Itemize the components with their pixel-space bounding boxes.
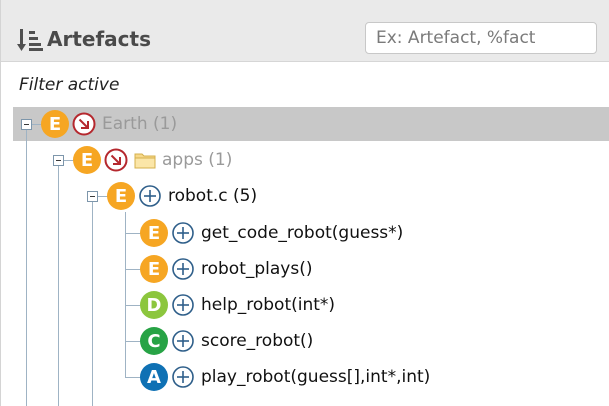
collapse-toggle-robot-c[interactable] [87,191,98,202]
arrow-down-right-icon[interactable] [72,112,96,136]
badge-e-icon: E [73,146,101,174]
tree-node-label: help_robot(int*) [201,295,336,315]
collapse-toggle-apps[interactable] [53,155,64,166]
badge-e-icon: E [107,182,135,210]
badge-e-icon: E [41,110,69,138]
tree-node-score-robot[interactable]: C score_robot() [140,323,313,359]
tree-node-get-code-robot[interactable]: E get_code_robot(guess*) [140,215,403,251]
arrow-down-right-icon[interactable] [104,148,128,172]
plus-icon[interactable] [138,184,162,208]
tree-node-robot-c[interactable]: E robot.c (5) [107,178,257,214]
artefacts-panel: Artefacts Filter active E [0,0,609,406]
collapse-toggle-earth[interactable] [21,119,32,130]
plus-icon[interactable] [171,257,195,281]
tree-node-play-robot[interactable]: A play_robot(guess[],int*,int) [140,359,430,395]
plus-icon[interactable] [171,221,195,245]
tree-node-label: get_code_robot(guess*) [201,223,404,243]
tree-node-label: Earth (1) [102,114,178,134]
plus-icon[interactable] [171,293,195,317]
tree-node-earth[interactable]: E Earth (1) [41,106,177,142]
badge-d-icon: D [140,291,168,319]
tree-node-label: score_robot() [201,331,314,351]
badge-e-icon: E [140,219,168,247]
tree-node-apps[interactable]: E apps (1) [73,142,232,178]
tree-node-help-robot[interactable]: D help_robot(int*) [140,287,335,323]
folder-icon [134,153,156,169]
badge-e-icon: E [140,255,168,283]
badge-c-icon: C [140,327,168,355]
tree-node-label: robot.c (5) [168,186,258,206]
tree-node-label: robot_plays() [201,259,313,279]
plus-icon[interactable] [171,329,195,353]
plus-icon[interactable] [171,365,195,389]
tree-node-robot-plays[interactable]: E robot_plays() [140,251,313,287]
tree-node-label: apps (1) [162,150,233,170]
tree-node-label: play_robot(guess[],int*,int) [201,367,431,387]
badge-a-icon: A [140,363,168,391]
